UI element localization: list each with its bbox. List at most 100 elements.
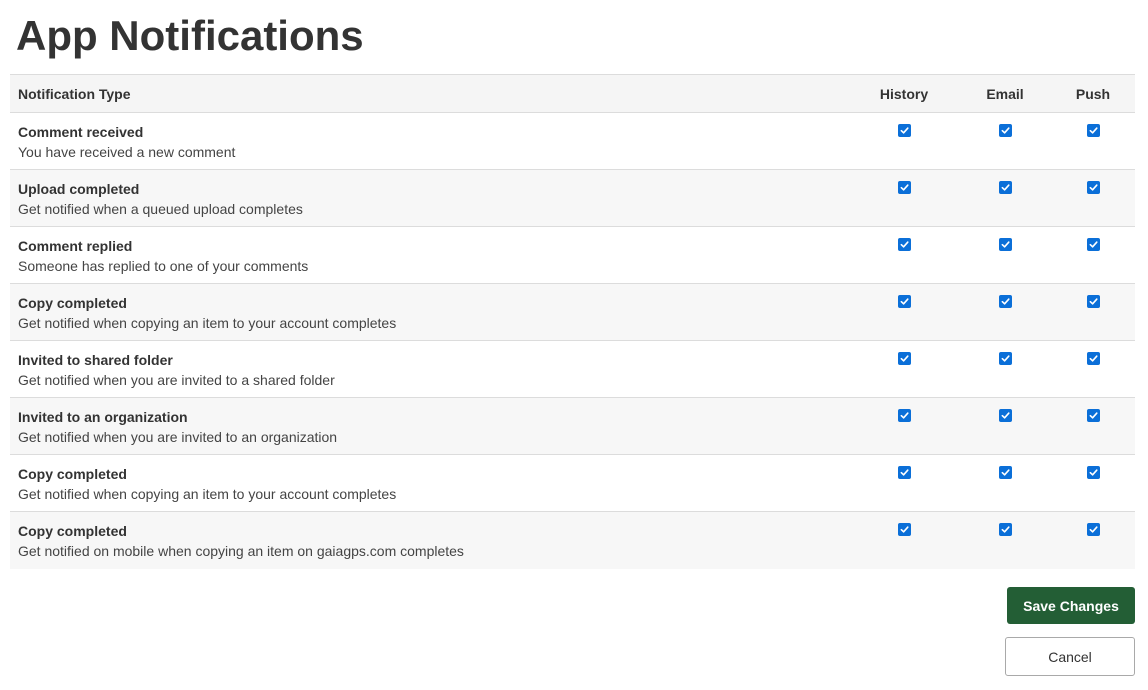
notification-title: Copy completed: [18, 523, 127, 539]
checkmark-icon: [1089, 184, 1098, 191]
checkmark-icon: [900, 298, 909, 305]
history-cell: [853, 284, 955, 308]
history-checkbox[interactable]: [897, 295, 911, 308]
notification-title: Comment replied: [18, 238, 133, 254]
push-cell: [1055, 455, 1131, 479]
notification-type-cell: Comment replied Someone has replied to on…: [10, 227, 853, 274]
email-checkbox[interactable]: [998, 523, 1012, 536]
notification-type-cell: Copy completed Get notified when copying …: [10, 455, 853, 502]
notification-title: Invited to shared folder: [18, 352, 173, 368]
notifications-page: App Notifications Notification Type Hist…: [0, 0, 1148, 690]
table-row: Copy completed Get notified on mobile whe…: [10, 512, 1135, 569]
notification-description: Get notified when copying an item to you…: [18, 486, 397, 502]
notification-description: Get notified when you are invited to an …: [18, 429, 338, 445]
notification-type-cell: Upload completed Get notified when a queu…: [10, 170, 853, 217]
push-cell: [1055, 398, 1131, 422]
checkmark-icon: [1089, 412, 1098, 419]
email-checkbox[interactable]: [998, 295, 1012, 308]
notification-type-cell: Copy completed Get notified when copying …: [10, 284, 853, 331]
notification-description: Someone has replied to one of your comme…: [18, 258, 309, 274]
table-row: Upload completed Get notified when a queu…: [10, 170, 1135, 227]
history-checkbox[interactable]: [897, 352, 911, 365]
push-cell: [1055, 170, 1131, 194]
history-checkbox[interactable]: [897, 466, 911, 479]
push-checkbox[interactable]: [1086, 295, 1100, 308]
push-checkbox[interactable]: [1086, 466, 1100, 479]
table-row: Copy completed Get notified when copying …: [10, 455, 1135, 512]
checkmark-icon: [1001, 526, 1010, 533]
checkmark-icon: [1001, 412, 1010, 419]
notification-description: Get notified when a queued upload comple…: [18, 201, 303, 217]
history-cell: [853, 455, 955, 479]
checkmark-icon: [1001, 241, 1010, 248]
table-row: Invited to an organization Get notified w…: [10, 398, 1135, 455]
table-row: Invited to shared folder Get notified whe…: [10, 341, 1135, 398]
header-email: Email: [986, 85, 1024, 102]
checkmark-icon: [1089, 127, 1098, 134]
history-cell: [853, 113, 955, 137]
history-cell: [853, 341, 955, 365]
push-cell: [1055, 512, 1131, 536]
checkmark-icon: [1089, 526, 1098, 533]
email-checkbox[interactable]: [998, 238, 1012, 251]
notification-description: You have received a new comment: [18, 144, 236, 160]
checkmark-icon: [900, 355, 909, 362]
history-checkbox[interactable]: [897, 124, 911, 137]
header-notification-type: Notification Type: [18, 85, 131, 102]
push-checkbox[interactable]: [1086, 352, 1100, 365]
notification-title: Invited to an organization: [18, 409, 188, 425]
history-checkbox[interactable]: [897, 181, 911, 194]
push-cell: [1055, 341, 1131, 365]
checkmark-icon: [1089, 469, 1098, 476]
push-checkbox[interactable]: [1086, 181, 1100, 194]
email-cell: [955, 227, 1055, 251]
email-cell: [955, 512, 1055, 536]
notification-description: Get notified when copying an item to you…: [18, 315, 397, 331]
checkmark-icon: [1001, 298, 1010, 305]
checkmark-icon: [1089, 298, 1098, 305]
table-body: Comment received You have received a new …: [10, 113, 1135, 569]
history-cell: [853, 512, 955, 536]
email-checkbox[interactable]: [998, 409, 1012, 422]
push-checkbox[interactable]: [1086, 409, 1100, 422]
notification-title: Copy completed: [18, 466, 127, 482]
notification-title: Copy completed: [18, 295, 127, 311]
notification-title: Comment received: [18, 124, 144, 140]
cancel-button[interactable]: Cancel: [1005, 637, 1135, 676]
email-cell: [955, 341, 1055, 365]
notification-title: Upload completed: [18, 181, 140, 197]
push-checkbox[interactable]: [1086, 238, 1100, 251]
checkmark-icon: [900, 241, 909, 248]
notification-type-cell: Invited to an organization Get notified w…: [10, 398, 853, 445]
notification-description: Get notified on mobile when copying an i…: [18, 543, 464, 559]
history-checkbox[interactable]: [897, 523, 911, 536]
push-checkbox[interactable]: [1086, 124, 1100, 137]
history-checkbox[interactable]: [897, 409, 911, 422]
notification-description: Get notified when you are invited to a s…: [18, 372, 335, 388]
push-cell: [1055, 227, 1131, 251]
checkmark-icon: [1089, 241, 1098, 248]
email-checkbox[interactable]: [998, 181, 1012, 194]
push-checkbox[interactable]: [1086, 523, 1100, 536]
notifications-table: Notification Type History Email Push Com…: [10, 74, 1135, 569]
history-checkbox[interactable]: [897, 238, 911, 251]
email-checkbox[interactable]: [998, 466, 1012, 479]
checkmark-icon: [900, 412, 909, 419]
table-header: Notification Type History Email Push: [10, 75, 1135, 113]
checkmark-icon: [1001, 127, 1010, 134]
table-row: Comment received You have received a new …: [10, 113, 1135, 170]
email-cell: [955, 170, 1055, 194]
save-changes-button[interactable]: Save Changes: [1007, 587, 1135, 624]
page-title: App Notifications: [16, 12, 364, 59]
email-cell: [955, 398, 1055, 422]
history-cell: [853, 398, 955, 422]
checkmark-icon: [1089, 355, 1098, 362]
email-checkbox[interactable]: [998, 352, 1012, 365]
table-row: Copy completed Get notified when copying …: [10, 284, 1135, 341]
header-history: History: [879, 85, 929, 102]
email-checkbox[interactable]: [998, 124, 1012, 137]
notification-type-cell: Copy completed Get notified on mobile whe…: [10, 512, 853, 559]
email-cell: [955, 284, 1055, 308]
checkmark-icon: [900, 184, 909, 191]
history-cell: [853, 170, 955, 194]
